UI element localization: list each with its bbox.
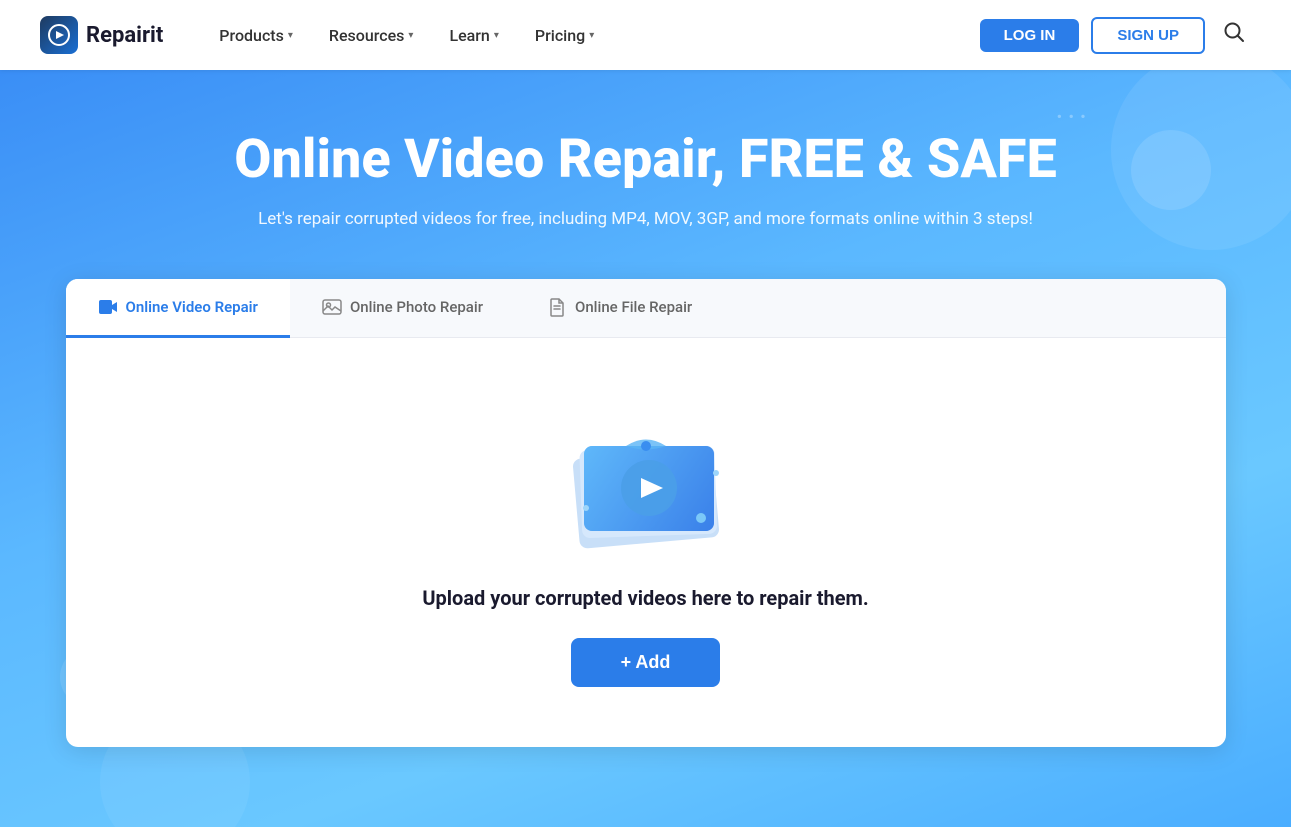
video-tab-icon: [98, 297, 118, 317]
add-button[interactable]: + Add: [571, 638, 721, 687]
tab-online-photo-repair[interactable]: Online Photo Repair: [290, 279, 515, 338]
nav-right: LOG IN SIGN UP: [980, 15, 1251, 55]
chevron-down-icon: ▾: [494, 30, 499, 41]
chevron-down-icon: ▾: [288, 30, 293, 41]
chevron-down-icon: ▾: [408, 30, 413, 41]
nav-products[interactable]: Products ▾: [203, 18, 309, 53]
deco-circle-2: [60, 647, 120, 707]
chevron-down-icon: ▾: [589, 30, 594, 41]
photo-tab-icon: [322, 297, 342, 317]
nav-items: Products ▾ Resources ▾ Learn ▾ Pricing ▾: [203, 18, 979, 53]
card-body: Upload your corrupted videos here to rep…: [66, 338, 1226, 747]
deco-dots: ···: [1055, 100, 1091, 135]
nav-learn[interactable]: Learn ▾: [433, 18, 514, 53]
nav-pricing[interactable]: Pricing ▾: [519, 18, 610, 53]
deco-circle-1: [1131, 130, 1211, 210]
logo-icon: [40, 16, 78, 54]
tabs-bar: Online Video Repair Online Photo Repair: [66, 279, 1226, 338]
navbar: Repairit Products ▾ Resources ▾ Learn ▾ …: [0, 0, 1291, 70]
hero-subtitle: Let's repair corrupted videos for free, …: [246, 209, 1046, 229]
video-illustration: [546, 398, 746, 558]
nav-resources[interactable]: Resources ▾: [313, 18, 430, 53]
search-button[interactable]: [1217, 15, 1251, 55]
file-tab-icon: [547, 297, 567, 317]
hero-title: Online Video Repair, FREE & SAFE: [40, 130, 1251, 189]
login-button[interactable]: LOG IN: [980, 19, 1080, 52]
search-icon: [1223, 21, 1245, 43]
logo-text: Repairit: [86, 23, 163, 48]
tab-online-file-repair[interactable]: Online File Repair: [515, 279, 724, 338]
signup-button[interactable]: SIGN UP: [1091, 17, 1205, 54]
repair-card: Online Video Repair Online Photo Repair: [66, 279, 1226, 747]
logo[interactable]: Repairit: [40, 16, 163, 54]
hero-section: ··· Online Video Repair, FREE & SAFE Let…: [0, 70, 1291, 827]
upload-text: Upload your corrupted videos here to rep…: [422, 586, 868, 610]
tab-online-video-repair[interactable]: Online Video Repair: [66, 279, 290, 338]
